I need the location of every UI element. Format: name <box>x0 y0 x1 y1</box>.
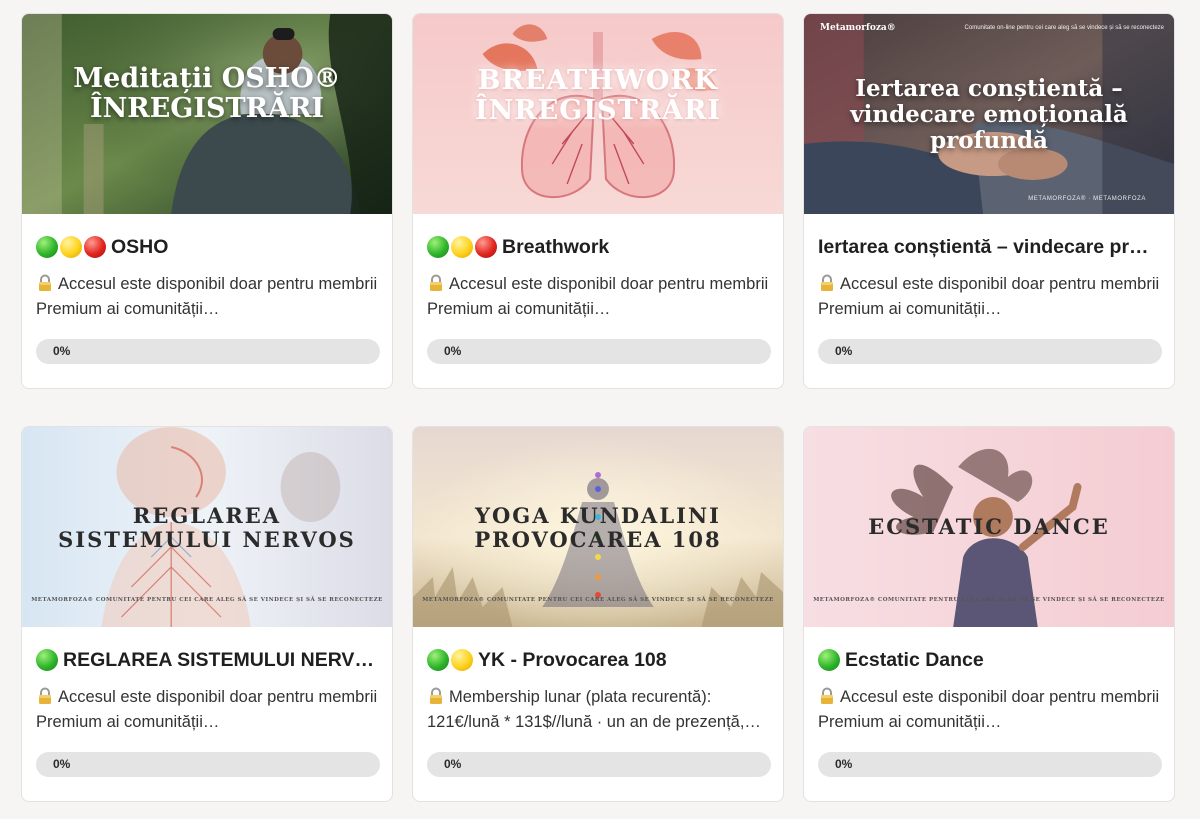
progress-label: 0% <box>835 344 853 358</box>
course-thumbnail[interactable]: YOGA KUNDALINI PROVOCAREA 108 METAMORFOZ… <box>413 427 783 627</box>
course-title[interactable]: YK - Provocarea 108 <box>427 647 771 673</box>
course-description-text: Accesul este disponibil doar pentru memb… <box>818 275 1160 318</box>
lock-icon <box>821 274 833 291</box>
progress-bar: 0% <box>818 339 1162 364</box>
thumbnail-footer: METAMORFOZA® · METAMORFOZA <box>1028 196 1146 202</box>
lock-icon <box>430 274 442 291</box>
progress-bar: 0% <box>818 752 1162 777</box>
course-description-text: Accesul este disponibil doar pentru memb… <box>36 688 378 731</box>
course-title[interactable]: OSHO <box>36 234 380 260</box>
green-dot-icon <box>818 649 840 671</box>
progress-bar: 0% <box>427 339 771 364</box>
thumbnail-logo: Metamorfoza® <box>820 23 896 33</box>
course-card-reglarea[interactable]: REGLAREA SISTEMULUI NERVOS METAMORFOZA® … <box>21 426 393 802</box>
course-description: Accesul este disponibil doar pentru memb… <box>818 685 1162 735</box>
thumbnail-title: YOGA KUNDALINI PROVOCAREA 108 <box>474 503 722 552</box>
lock-icon <box>430 687 442 704</box>
course-description-text: Accesul este disponibil doar pentru memb… <box>818 688 1160 731</box>
green-dot-icon <box>427 649 449 671</box>
status-dots <box>36 236 108 258</box>
progress-label: 0% <box>53 344 71 358</box>
progress-bar: 0% <box>36 339 380 364</box>
course-description-text: Accesul este disponibil doar pentru memb… <box>427 275 769 318</box>
thumbnail-brand-line: METAMORFOZA® COMUNITATE PENTRU CEI CARE … <box>422 597 774 603</box>
status-dots <box>818 649 842 671</box>
thumbnail-title: ECSTATIC DANCE <box>868 514 1110 539</box>
course-description-text: Accesul este disponibil doar pentru memb… <box>36 275 378 318</box>
yellow-dot-icon <box>451 236 473 258</box>
course-title-text: REGLAREA SISTEMULUI NERV… <box>63 648 374 671</box>
thumbnail-brand-line: METAMORFOZA® COMUNITATE PENTRU CEI CARE … <box>813 597 1165 603</box>
course-title[interactable]: Breathwork <box>427 234 771 260</box>
course-description: Membership lunar (plata recurentă): 121€… <box>427 685 771 735</box>
course-title[interactable]: Iertarea conștientă – vindecare pr… <box>818 234 1162 260</box>
course-description: Accesul este disponibil doar pentru memb… <box>427 272 771 322</box>
thumbnail-title: REGLAREA SISTEMULUI NERVOS <box>58 503 356 552</box>
green-dot-icon <box>427 236 449 258</box>
course-description: Accesul este disponibil doar pentru memb… <box>36 685 380 735</box>
status-dots <box>36 649 60 671</box>
lock-icon <box>821 687 833 704</box>
lock-icon <box>39 687 51 704</box>
course-card-osho[interactable]: Meditații OSHO® ÎNREGISTRĂRI OSHO Accesu… <box>21 13 393 389</box>
course-description-text: Membership lunar (plata recurentă): 121€… <box>427 688 761 731</box>
progress-label: 0% <box>444 344 462 358</box>
course-description: Accesul este disponibil doar pentru memb… <box>818 272 1162 322</box>
course-thumbnail[interactable]: Metamorfoza® Comunitate on-line pentru c… <box>804 14 1174 214</box>
status-dots <box>427 649 475 671</box>
green-dot-icon <box>36 236 58 258</box>
yellow-dot-icon <box>60 236 82 258</box>
status-dots <box>427 236 499 258</box>
course-thumbnail[interactable]: ECSTATIC DANCE METAMORFOZA® COMUNITATE P… <box>804 427 1174 627</box>
thumbnail-title: BREATHWORK ÎNREGISTRĂRI <box>474 65 722 127</box>
course-title-text: YK - Provocarea 108 <box>478 648 667 671</box>
thumbnail-brand-line: METAMORFOZA® COMUNITATE PENTRU CEI CARE … <box>31 597 383 603</box>
course-thumbnail[interactable]: REGLAREA SISTEMULUI NERVOS METAMORFOZA® … <box>22 427 392 627</box>
course-title[interactable]: REGLAREA SISTEMULUI NERV… <box>36 647 380 673</box>
thumbnail-tagline: Comunitate on-line pentru cei care aleg … <box>964 25 1164 31</box>
lock-icon <box>39 274 51 291</box>
course-title-text: Breathwork <box>502 235 610 258</box>
course-card-iertarea[interactable]: Metamorfoza® Comunitate on-line pentru c… <box>803 13 1175 389</box>
course-grid: Meditații OSHO® ÎNREGISTRĂRI OSHO Accesu… <box>21 13 1176 802</box>
course-card-yoga-kundalini[interactable]: YOGA KUNDALINI PROVOCAREA 108 METAMORFOZ… <box>412 426 784 802</box>
yellow-dot-icon <box>451 649 473 671</box>
course-description: Accesul este disponibil doar pentru memb… <box>36 272 380 322</box>
progress-label: 0% <box>53 757 71 771</box>
progress-bar: 0% <box>36 752 380 777</box>
course-thumbnail[interactable]: BREATHWORK ÎNREGISTRĂRI <box>413 14 783 214</box>
thumbnail-title: Iertarea conștientă – vindecare emoționa… <box>850 75 1128 154</box>
course-title[interactable]: Ecstatic Dance <box>818 647 1162 673</box>
progress-label: 0% <box>444 757 462 771</box>
course-card-ecstatic-dance[interactable]: ECSTATIC DANCE METAMORFOZA® COMUNITATE P… <box>803 426 1175 802</box>
course-title-text: Ecstatic Dance <box>845 648 984 671</box>
green-dot-icon <box>36 649 58 671</box>
course-title-text: Iertarea conștientă – vindecare pr… <box>818 235 1149 258</box>
course-title-text: OSHO <box>111 235 169 258</box>
course-card-breathwork[interactable]: BREATHWORK ÎNREGISTRĂRI Breathwork Acces… <box>412 13 784 389</box>
progress-bar: 0% <box>427 752 771 777</box>
red-dot-icon <box>84 236 106 258</box>
course-thumbnail[interactable]: Meditații OSHO® ÎNREGISTRĂRI <box>22 14 392 214</box>
progress-label: 0% <box>835 757 853 771</box>
red-dot-icon <box>475 236 497 258</box>
thumbnail-title: Meditații OSHO® ÎNREGISTRĂRI <box>73 63 341 125</box>
